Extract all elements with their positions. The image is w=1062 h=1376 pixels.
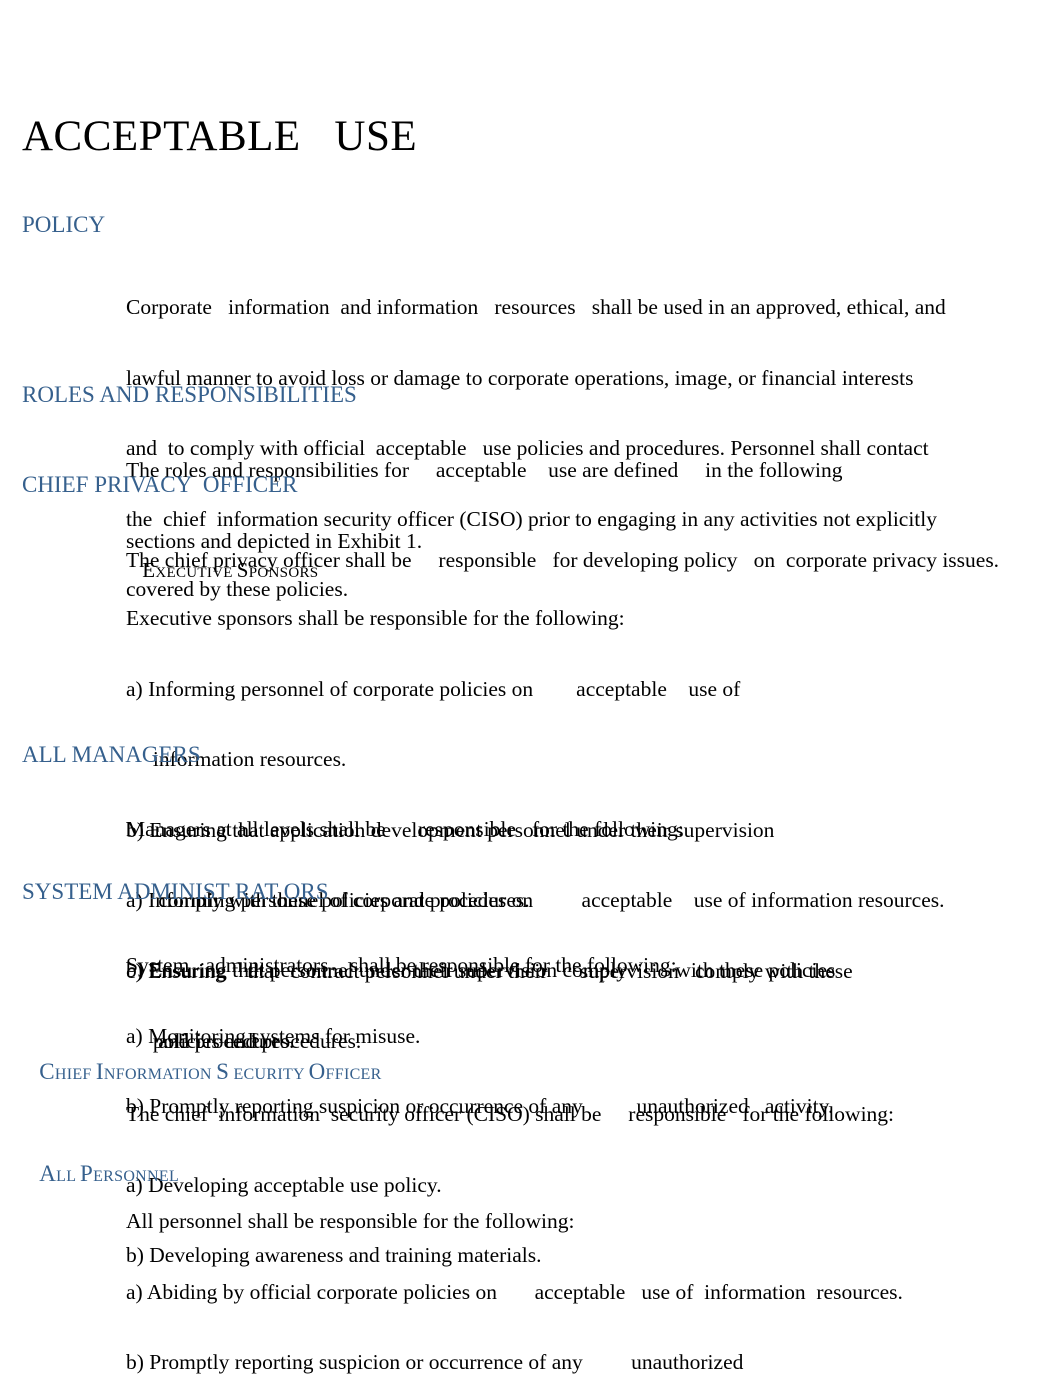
heading-system-administrators: SYSTEM ADMINIST RAT ORS [22, 879, 329, 904]
heading-initial: C [39, 1059, 55, 1084]
heading-roles-and-responsibilities: ROLES AND RESPONSIBILITIES [22, 382, 357, 407]
heading-text: LL [56, 1168, 80, 1185]
page-title: ACCEPTABLE USE [22, 113, 418, 160]
text-line: All personnel shall be responsible for t… [126, 1209, 575, 1233]
text-line: System administrators shall be responsib… [126, 953, 677, 977]
text-line: information resources. [126, 747, 347, 771]
paragraph-all-personnel: All personnel shall be responsible for t… [126, 1163, 986, 1376]
text-line: Executive sponsors shall be responsible … [126, 606, 625, 630]
text-line: a) Abiding by official corporate policie… [126, 1279, 903, 1304]
document-page: ACCEPTABLE USE POLICY Corporate informat… [0, 0, 1062, 1376]
text-line: Corporate information and information re… [126, 295, 946, 319]
heading-initial: P [79, 1161, 94, 1186]
heading-initial: A [39, 1161, 57, 1186]
heading-policy: POLICY [22, 212, 106, 237]
text-line: a) Informing personnel of corporate poli… [126, 676, 741, 701]
heading-chief-privacy-officer: CHIEF PRIVACY OFFICER [22, 472, 298, 497]
heading-text: HIEF [54, 1066, 96, 1083]
heading-all-managers: ALL MANAGERS [22, 742, 201, 767]
text-line: The chief information security officer (… [126, 1102, 895, 1126]
heading-initial: I [95, 1059, 104, 1084]
text-line: b) Promptly reporting suspicion or occur… [126, 1350, 744, 1374]
text-line: Managers at all levels shall be responsi… [126, 817, 684, 841]
